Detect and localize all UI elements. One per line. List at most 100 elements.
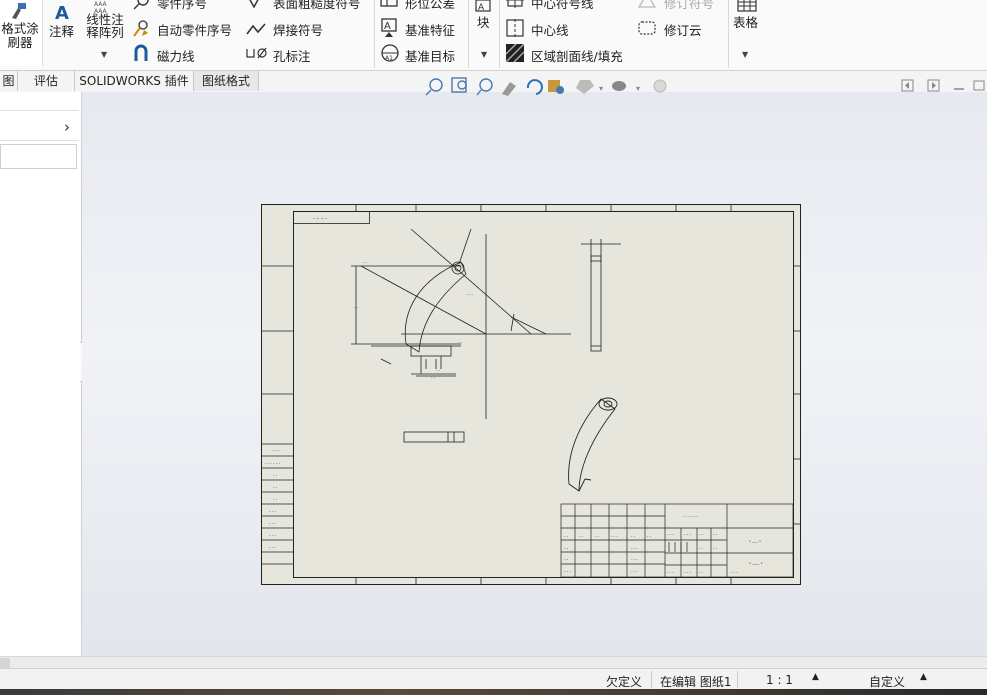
svg-text:A1: A1 bbox=[385, 55, 393, 62]
linear-note-array-button[interactable]: AAA AAA 线性注 释阵列 ▼ bbox=[82, 0, 126, 66]
svg-text:- -: - - bbox=[436, 368, 441, 373]
svg-text:A: A bbox=[478, 3, 485, 12]
svg-text:- - -: - - - bbox=[684, 570, 691, 575]
section-view-icon bbox=[502, 82, 516, 96]
chevron-down-icon[interactable]: ▼ bbox=[101, 50, 107, 59]
ribbon-separator bbox=[728, 0, 729, 68]
auto-balloon-button[interactable]: 自动零件序号 bbox=[157, 20, 232, 39]
zoom-to-area-icon bbox=[451, 77, 467, 93]
table-icon bbox=[737, 0, 757, 12]
title-cell-text-2: " ----- " bbox=[749, 562, 763, 567]
tab-evaluate[interactable]: 评估 bbox=[18, 71, 75, 91]
svg-text:- - -: - - - bbox=[564, 569, 571, 574]
revision-cloud-icon bbox=[638, 21, 656, 35]
gtol-button[interactable]: 形位公差 bbox=[405, 0, 455, 12]
centermark-button[interactable]: 中心符号线 bbox=[531, 0, 594, 12]
chevron-down-icon[interactable]: ▼ bbox=[742, 50, 748, 59]
linear-note-array-label: 线性注 释阵列 bbox=[86, 12, 124, 40]
svg-text:- -: - - bbox=[564, 534, 569, 539]
panel-filter-input[interactable] bbox=[0, 144, 77, 169]
auto-balloon-icon bbox=[133, 20, 148, 37]
svg-text:- -: - - bbox=[564, 557, 569, 562]
svg-text:- -: - - bbox=[579, 534, 584, 539]
tab-sheet-format[interactable]: 图纸格式 bbox=[194, 71, 259, 91]
revision-symbol-button[interactable]: 修订符号 bbox=[664, 0, 714, 12]
svg-text:- -: - - bbox=[273, 485, 278, 490]
balloon-button[interactable]: 零件序号 bbox=[157, 0, 207, 12]
magnetic-line-button[interactable]: 磁力线 bbox=[157, 46, 195, 65]
apply-scene-icon bbox=[653, 79, 667, 93]
note-icon: A bbox=[55, 3, 69, 22]
heads-up-view-toolbar: ▾ ▾ bbox=[425, 77, 667, 96]
tab-solidworks-addins[interactable]: SOLIDWORKS 插件 bbox=[75, 71, 194, 91]
format-painter-icon bbox=[12, 3, 26, 19]
svg-text:- -: - - bbox=[713, 546, 718, 551]
zoom-to-fit-icon bbox=[425, 78, 443, 96]
status-divider bbox=[651, 671, 652, 688]
svg-text:- -: - - bbox=[273, 473, 278, 478]
status-under-defined: 欠定义 bbox=[606, 675, 643, 689]
revision-cloud-button[interactable]: 修订云 bbox=[664, 20, 702, 39]
centerline-button[interactable]: 中心线 bbox=[531, 20, 569, 39]
graphics-area[interactable]: ▾ ▾ - -- -- - - - - - - - - - - - - - - … bbox=[82, 77, 987, 656]
svg-text:- - -: - - - bbox=[667, 570, 674, 575]
area-hatch-button[interactable]: 区域剖面线/填充 bbox=[531, 46, 623, 65]
svg-text:- - -: - - - bbox=[631, 557, 638, 562]
status-units[interactable]: 自定义 bbox=[869, 673, 905, 690]
svg-text:- - -: - - - bbox=[269, 533, 276, 538]
chevron-up-icon[interactable]: ▲ bbox=[920, 672, 927, 682]
centermark-icon bbox=[506, 0, 524, 8]
svg-text:- - - - - -: - - - - - - bbox=[265, 461, 281, 466]
chevron-up-icon[interactable]: ▲ bbox=[812, 672, 819, 682]
magnet-icon bbox=[134, 44, 148, 61]
svg-text:AAA: AAA bbox=[94, 1, 108, 8]
gtol-icon bbox=[380, 0, 398, 7]
maximize-icon bbox=[973, 80, 985, 91]
format-painter-label: 格式涂 刷器 bbox=[1, 21, 39, 50]
restore-right-icon bbox=[927, 79, 940, 92]
status-divider bbox=[737, 671, 738, 688]
status-scale[interactable]: 1 : 1 bbox=[766, 673, 793, 687]
svg-text:A: A bbox=[55, 3, 69, 22]
svg-text:- - -: - - - bbox=[631, 546, 638, 551]
display-style-icon bbox=[548, 80, 564, 94]
title-cell-text: " ---- " bbox=[749, 540, 761, 545]
svg-text:- -: - - bbox=[363, 260, 368, 265]
svg-text:▾: ▾ bbox=[599, 84, 603, 93]
ribbon-separator bbox=[468, 0, 469, 68]
chevron-down-icon[interactable]: ▼ bbox=[481, 50, 487, 59]
svg-text:- - -: - - - bbox=[684, 532, 691, 537]
surface-finish-button[interactable]: 表面粗糙度符号 bbox=[273, 0, 361, 12]
weld-symbol-button[interactable]: 焊接符号 bbox=[273, 20, 323, 39]
window-controls bbox=[901, 79, 985, 92]
drawing-sheet[interactable]: - -- -- - - - -- - - - - -- -- -- -- - -… bbox=[261, 204, 802, 586]
tables-label: 表格 bbox=[733, 15, 759, 30]
panel-expand-row[interactable]: › bbox=[0, 116, 79, 141]
chevron-right-icon[interactable]: › bbox=[64, 118, 70, 136]
svg-text:- - -: - - - bbox=[269, 545, 276, 550]
svg-text:- -: - - bbox=[458, 340, 463, 345]
tab-sketch[interactable]: 图 bbox=[0, 71, 18, 91]
block-button[interactable]: A 块 ▼ bbox=[472, 0, 498, 66]
svg-text:- -: - - bbox=[431, 375, 436, 380]
status-bar: 欠定义 在编辑 图纸1 1 : 1 ▲ 自定义 ▲ bbox=[0, 668, 987, 690]
revision-symbol-icon bbox=[638, 0, 656, 8]
hole-callout-button[interactable]: 孔标注 bbox=[273, 46, 311, 65]
tables-button[interactable]: 表格 ▼ bbox=[731, 0, 763, 66]
format-painter-button[interactable]: 格式涂 刷器 bbox=[0, 0, 43, 66]
svg-text:- - -: - - - bbox=[667, 532, 674, 537]
hole-callout-icon bbox=[246, 47, 267, 59]
svg-text:- - -: - - - bbox=[273, 448, 280, 453]
svg-text:- - -: - - - bbox=[466, 292, 473, 297]
svg-text:- -: - - bbox=[647, 534, 652, 539]
block-icon: A bbox=[475, 0, 491, 12]
scroll-thumb[interactable] bbox=[0, 658, 10, 668]
svg-text:- -: - - bbox=[713, 532, 718, 537]
centerline-icon bbox=[506, 19, 524, 37]
svg-text:- -: - - bbox=[699, 546, 704, 551]
datum-feature-button[interactable]: 基准特征 bbox=[405, 20, 455, 39]
note-button[interactable]: A 注释 bbox=[46, 0, 80, 66]
status-editing: 在编辑 图纸1 bbox=[660, 675, 732, 689]
svg-text:- - -: - - - bbox=[631, 569, 638, 574]
datum-target-button[interactable]: 基准目标 bbox=[405, 46, 455, 65]
